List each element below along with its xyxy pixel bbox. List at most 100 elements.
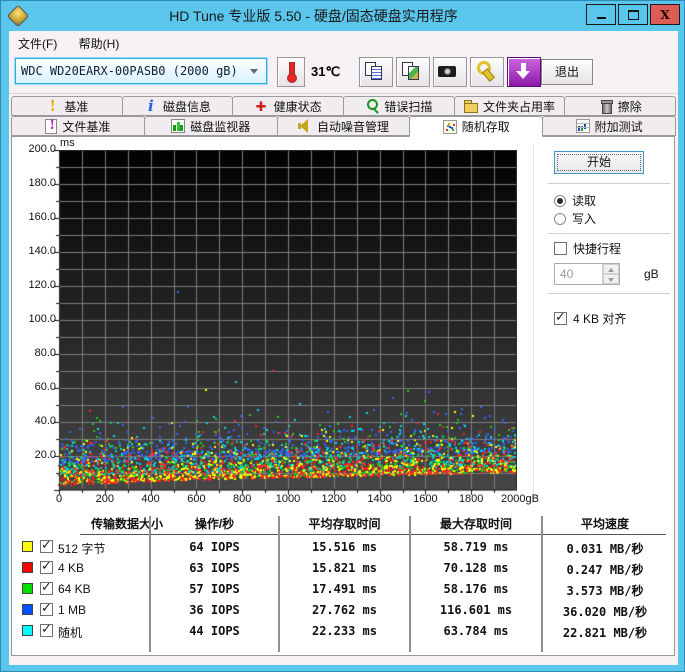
copy-image-button[interactable]	[396, 57, 430, 87]
separator	[548, 293, 670, 297]
tab-file-benchmark[interactable]: 文件基准	[11, 116, 145, 136]
disk-info-icon	[144, 97, 158, 115]
y-axis-label: 120.0	[28, 279, 56, 291]
copy-text-button[interactable]	[359, 57, 393, 87]
series-checkbox[interactable]	[40, 580, 53, 595]
iops-value: 44 IOPS	[189, 624, 240, 638]
tab-benchmark[interactable]: 基准	[11, 96, 123, 116]
table-row: 随机 44 IOPS 22.233 ms 63.784 ms 22.821 MB…	[12, 621, 676, 642]
table-row: 64 KB 57 IOPS 17.491 ms 58.176 ms 3.573 …	[12, 579, 676, 600]
y-axis-label: 100.0	[28, 313, 56, 325]
avg-speed-value: 3.573 MB/秒	[566, 584, 644, 598]
options-button[interactable]	[470, 57, 504, 87]
series-checkbox[interactable]	[40, 601, 53, 616]
iops-value: 63 IOPS	[189, 561, 240, 575]
y-axis-label: 60.0	[34, 381, 56, 393]
tab-folder-usage[interactable]: 文件夹占用率	[453, 96, 566, 116]
short-stroke-row[interactable]: 快捷行程	[554, 241, 621, 256]
erase-icon	[599, 99, 613, 114]
file-benchmark-icon	[45, 118, 58, 134]
avg-speed-value: 0.031 MB/秒	[566, 542, 644, 556]
tab-row-2: 文件基准 磁盘监视器 自动噪音管理 随机存取 附加测试	[11, 116, 676, 137]
series-color-swatch	[22, 562, 33, 573]
table-row: 1 MB 36 IOPS 27.762 ms 116.601 ms 36.020…	[12, 600, 676, 621]
close-button[interactable]: X	[650, 4, 680, 25]
series-checkbox[interactable]	[40, 622, 53, 637]
avg-access-value: 22.233 ms	[311, 624, 378, 638]
tab-disk-info[interactable]: 磁盘信息	[121, 96, 234, 116]
app-window: HD Tune 专业版 5.50 - 硬盘/固态硬盘实用程序 X 文件(F) 帮…	[0, 0, 685, 672]
chevron-down-icon	[250, 68, 258, 74]
maximize-icon	[627, 9, 639, 20]
y-axis-label: 200.0	[28, 143, 56, 155]
y-axis-label: 80.0	[34, 347, 56, 359]
series-checkbox[interactable]	[40, 538, 53, 553]
temperature-button[interactable]	[277, 57, 305, 87]
drive-selector[interactable]: WDC WD20EARX-00PASB0 (2000 gB)	[15, 58, 267, 84]
start-button[interactable]: 开始	[554, 151, 644, 174]
tab-error-scan[interactable]: 错误扫描	[343, 96, 455, 116]
menu-bar: 文件(F) 帮助(H)	[9, 31, 678, 53]
align-4kb-label: 4 KB 对齐	[573, 312, 627, 326]
max-access-value: 58.176 ms	[443, 582, 509, 596]
short-stroke-label: 快捷行程	[573, 242, 622, 256]
avg-access-value: 27.762 ms	[311, 603, 378, 617]
align-4kb-checkbox[interactable]	[554, 310, 567, 325]
avg-access-value: 17.491 ms	[311, 582, 378, 596]
tab-health[interactable]: 健康状态	[232, 96, 345, 116]
update-arrow-icon	[508, 58, 540, 86]
minimize-icon	[596, 17, 606, 19]
read-radio-label: 读取	[572, 194, 597, 208]
menu-help[interactable]: 帮助(H)	[70, 31, 129, 55]
iops-value: 64 IOPS	[189, 540, 240, 554]
temperature-value: 31℃	[311, 64, 341, 79]
x-axis-label: 2000gB	[501, 493, 539, 505]
tab-row-1: 基准 磁盘信息 健康状态 错误扫描 文件夹占用率 擦除	[11, 96, 677, 116]
align-4kb-row[interactable]: 4 KB 对齐	[554, 310, 627, 326]
short-stroke-size-spinner[interactable]: 40	[554, 263, 620, 285]
series-label: 4 KB	[58, 561, 85, 575]
client-area: 文件(F) 帮助(H) WDC WD20EARX-00PASB0 (2000 g…	[9, 31, 678, 665]
random-access-panel: ms 开始 读取 写入 快捷行程 40 gB ✓ 4 KB 对齐 传输数据大小 …	[11, 136, 675, 656]
series-label: 随机	[58, 626, 83, 640]
series-label: 512 字节	[58, 542, 106, 556]
write-radio[interactable]	[554, 212, 566, 225]
max-access-value: 58.719 ms	[443, 540, 509, 554]
y-axis-label: 160.0	[28, 211, 56, 223]
series-checkbox[interactable]	[40, 559, 53, 574]
avg-speed-value: 36.020 MB/秒	[562, 605, 648, 619]
max-access-value: 116.601 ms	[439, 603, 513, 617]
tab-disk-monitor[interactable]: 磁盘监视器	[143, 116, 278, 136]
read-radio-row[interactable]: 读取	[554, 193, 596, 208]
copy-image-icon	[397, 58, 429, 86]
maximize-button[interactable]	[618, 4, 648, 25]
spinner-down-button[interactable]	[603, 274, 619, 284]
benchmark-icon	[45, 97, 59, 115]
minimize-button[interactable]	[586, 4, 616, 25]
y-axis-label: 140.0	[28, 245, 56, 257]
tab-random-access[interactable]: 随机存取	[409, 116, 544, 137]
menu-file[interactable]: 文件(F)	[9, 31, 66, 55]
random-access-icon	[442, 119, 457, 134]
thermometer-icon	[278, 58, 304, 86]
tab-aam[interactable]: 自动噪音管理	[276, 116, 411, 136]
tab-extra-tests[interactable]: 附加测试	[542, 116, 676, 136]
exit-button[interactable]: 退出	[541, 59, 593, 85]
write-radio-row[interactable]: 写入	[554, 211, 596, 226]
camera-icon	[434, 58, 466, 86]
short-stroke-checkbox[interactable]	[554, 242, 567, 255]
screenshot-button[interactable]	[433, 57, 467, 87]
tab-erase[interactable]: 擦除	[564, 96, 677, 116]
y-axis-label: 40.0	[34, 415, 56, 427]
max-access-value: 63.784 ms	[443, 624, 509, 638]
spinner-up-button[interactable]	[603, 264, 619, 274]
iops-value: 57 IOPS	[189, 582, 240, 596]
read-radio[interactable]	[554, 194, 566, 207]
title-bar: HD Tune 专业版 5.50 - 硬盘/固态硬盘实用程序 X	[1, 1, 684, 31]
close-icon: X	[660, 7, 670, 22]
random-access-scatter-canvas	[53, 150, 517, 496]
iops-value: 36 IOPS	[189, 603, 240, 617]
avg-speed-value: 0.247 MB/秒	[566, 563, 644, 577]
update-button[interactable]	[507, 57, 541, 87]
extra-tests-icon	[575, 119, 590, 133]
